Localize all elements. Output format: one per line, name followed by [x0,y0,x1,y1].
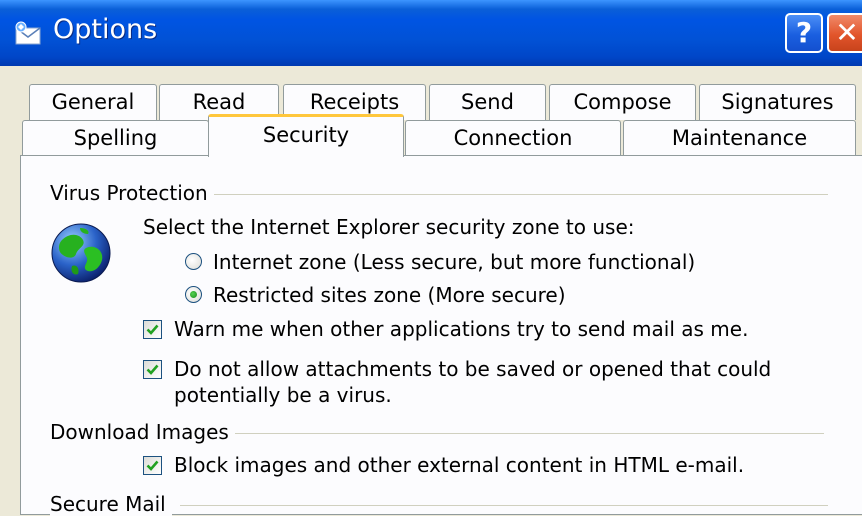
tab-general[interactable]: General [29,84,157,120]
mail-envelope-icon [15,21,41,45]
tab-connection[interactable]: Connection [405,120,621,156]
secure-mail-heading: Secure Mail [50,492,172,516]
restricted-zone-label[interactable]: Restricted sites zone (More secure) [213,283,566,307]
virus-protection-heading: Virus Protection [50,181,214,205]
close-icon: ✕ [835,16,859,49]
window-title: Options [53,14,158,45]
help-icon: ? [795,16,813,49]
tab-spelling[interactable]: Spelling [22,120,209,156]
internet-zone-radio[interactable] [185,253,202,270]
block-attachments-label-line2[interactable]: potentially be a virus. [174,383,392,407]
check-icon [146,324,159,335]
tab-security[interactable]: Security [208,114,404,157]
title-bar[interactable]: Options ? ✕ [0,0,862,66]
virus-protection-divider [210,194,828,195]
block-attachments-label-line1[interactable]: Do not allow attachments to be saved or … [174,357,771,381]
close-button[interactable]: ✕ [827,13,862,53]
secure-mail-divider [180,505,828,506]
check-icon [146,460,159,471]
tab-compose[interactable]: Compose [549,84,696,120]
zone-prompt-label: Select the Internet Explorer security zo… [143,215,635,239]
block-images-checkbox[interactable] [143,456,162,475]
warn-send-mail-label[interactable]: Warn me when other applications try to s… [174,317,748,341]
check-icon [146,364,159,375]
tab-maintenance[interactable]: Maintenance [623,120,856,156]
internet-zone-label[interactable]: Internet zone (Less secure, but more fun… [213,250,695,274]
tab-send[interactable]: Send [429,84,546,120]
block-images-label[interactable]: Block images and other external content … [174,453,744,477]
restricted-zone-radio[interactable] [185,286,202,303]
download-images-divider [230,433,824,434]
download-images-heading: Download Images [50,420,235,444]
tab-signatures[interactable]: Signatures [699,84,856,120]
globe-icon [51,223,111,283]
warn-send-mail-checkbox[interactable] [143,320,162,339]
block-attachments-checkbox[interactable] [143,360,162,379]
help-button[interactable]: ? [785,13,823,53]
radio-selected-dot [190,291,197,298]
